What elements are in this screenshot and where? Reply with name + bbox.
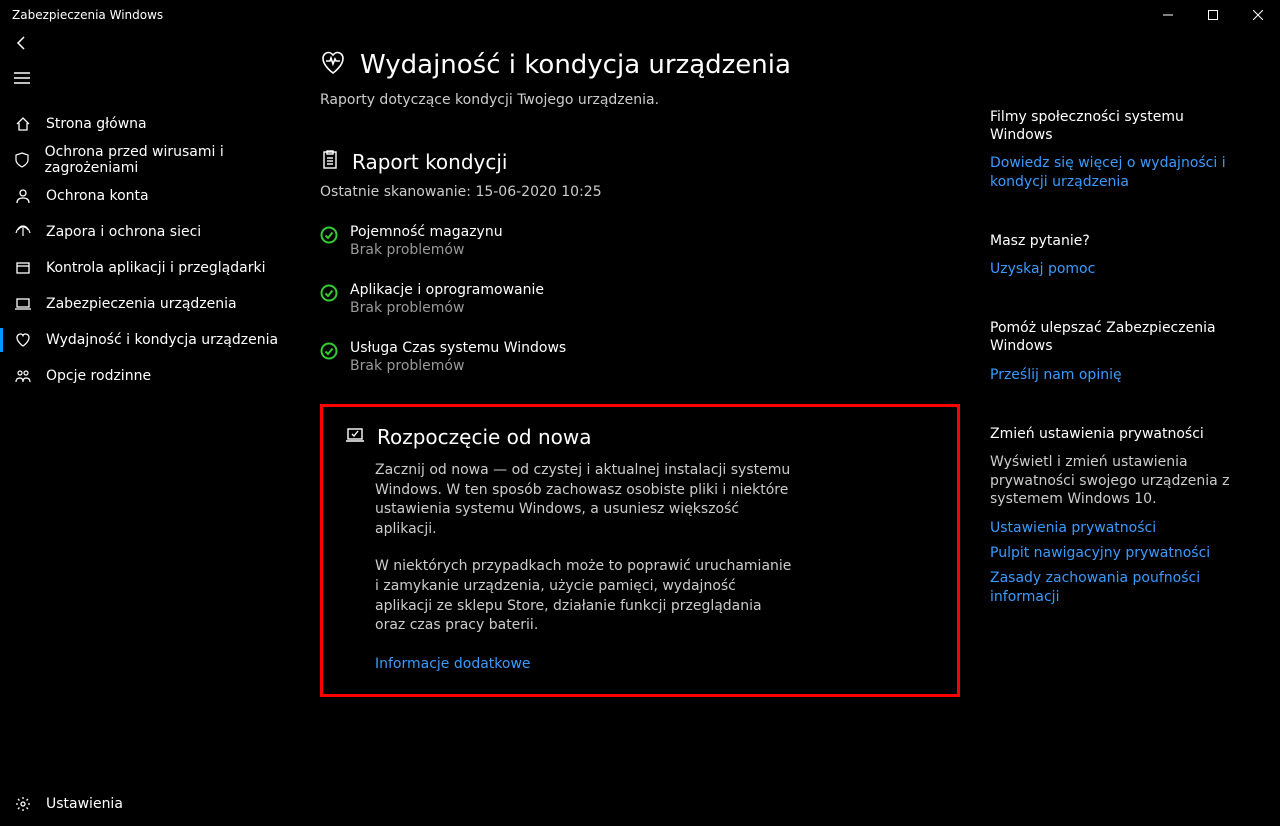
sidebar-item-label: Wydajność i kondycja urządzenia xyxy=(46,332,278,348)
heart-icon xyxy=(14,331,32,349)
rc-title: Masz pytanie? xyxy=(990,232,1230,250)
heart-icon xyxy=(320,50,346,80)
settings-label: Ustawienia xyxy=(46,796,123,812)
maximize-button[interactable] xyxy=(1190,0,1235,30)
network-icon xyxy=(14,223,32,241)
fresh-start-link[interactable]: Informacje dodatkowe xyxy=(375,656,531,672)
fresh-start-box: Rozpoczęcie od nowa Zacznij od nowa — od… xyxy=(320,404,960,697)
sidebar-item-firewall[interactable]: Zapora i ochrona sieci xyxy=(0,214,300,250)
device-icon xyxy=(14,295,32,313)
rc-link-community[interactable]: Dowiedz się więcej o wydajności i kondyc… xyxy=(990,154,1230,192)
main-content: Wydajność i kondycja urządzenia Raporty … xyxy=(320,100,990,826)
close-button[interactable] xyxy=(1235,0,1280,30)
app-title: Zabezpieczenia Windows xyxy=(12,8,163,22)
health-item-storage: Pojemność magazynu Brak problemów xyxy=(320,224,960,258)
sidebar: Strona główna Ochrona przed wirusami i z… xyxy=(0,100,300,826)
health-report-section: Raport kondycji Ostatnie skanowanie: 15-… xyxy=(320,150,960,374)
sidebar-item-label: Ochrona konta xyxy=(46,188,149,204)
titlebar: Zabezpieczenia Windows xyxy=(0,0,1280,30)
rc-link-help[interactable]: Uzyskaj pomoc xyxy=(990,260,1230,279)
health-item-apps: Aplikacje i oprogramowanie Brak problemó… xyxy=(320,282,960,316)
fresh-start-title: Rozpoczęcie od nowa xyxy=(377,425,592,449)
sidebar-item-virus[interactable]: Ochrona przed wirusami i zagrożeniami xyxy=(0,142,300,178)
page-subtitle: Raporty dotyczące kondycji Twojego urząd… xyxy=(320,92,960,108)
sidebar-item-label: Strona główna xyxy=(46,116,147,132)
rc-link-feedback[interactable]: Prześlij nam opinię xyxy=(990,366,1230,385)
rc-link-privacy-dashboard[interactable]: Pulpit nawigacyjny prywatności xyxy=(990,544,1230,563)
health-item-title: Usługa Czas systemu Windows xyxy=(350,340,566,356)
sidebar-item-label: Zapora i ochrona sieci xyxy=(46,224,201,240)
sidebar-item-label: Kontrola aplikacji i przeglądarki xyxy=(46,260,265,276)
page-title: Wydajność i kondycja urządzenia xyxy=(360,50,791,80)
fresh-start-p1: Zacznij od nowa — od czystej i aktualnej… xyxy=(375,461,795,539)
fresh-start-p2: W niektórych przypadkach może to poprawi… xyxy=(375,557,795,635)
health-item-status: Brak problemów xyxy=(350,358,566,374)
rc-link-privacy-policy[interactable]: Zasady zachowania poufności informacji xyxy=(990,569,1230,607)
sidebar-item-appcontrol[interactable]: Kontrola aplikacji i przeglądarki xyxy=(0,250,300,286)
health-item-title: Pojemność magazynu xyxy=(350,224,503,240)
home-icon xyxy=(14,115,32,133)
hamburger-button[interactable] xyxy=(14,72,30,88)
sidebar-item-label: Zabezpieczenia urządzenia xyxy=(46,296,237,312)
fresh-start-icon xyxy=(345,425,365,449)
sidebar-item-health[interactable]: Wydajność i kondycja urządzenia xyxy=(0,322,300,358)
sidebar-item-home[interactable]: Strona główna xyxy=(0,106,300,142)
rc-link-privacy-settings[interactable]: Ustawienia prywatności xyxy=(990,519,1230,538)
rc-title: Filmy społeczności systemu Windows xyxy=(990,108,1230,144)
health-item-time: Usługa Czas systemu Windows Brak problem… xyxy=(320,340,960,374)
rc-community: Filmy społeczności systemu Windows Dowie… xyxy=(990,108,1230,192)
shield-icon xyxy=(14,151,31,169)
health-item-status: Brak problemów xyxy=(350,300,544,316)
sidebar-item-family[interactable]: Opcje rodzinne xyxy=(0,358,300,394)
sidebar-item-settings[interactable]: Ustawienia xyxy=(0,782,300,826)
page-header: Wydajność i kondycja urządzenia xyxy=(320,50,960,80)
app-icon xyxy=(14,259,32,277)
report-title: Raport kondycji xyxy=(352,150,508,174)
minimize-button[interactable] xyxy=(1145,0,1190,30)
back-button[interactable] xyxy=(14,35,30,55)
rc-privacy: Zmień ustawienia prywatności Wyświetl i … xyxy=(990,425,1230,607)
sidebar-item-label: Opcje rodzinne xyxy=(46,368,151,384)
rc-title: Zmień ustawienia prywatności xyxy=(990,425,1230,443)
check-ok-icon xyxy=(320,226,338,244)
report-icon xyxy=(320,150,340,174)
family-icon xyxy=(14,367,32,385)
sidebar-item-label: Ochrona przed wirusami i zagrożeniami xyxy=(45,144,300,176)
person-icon xyxy=(14,187,32,205)
sidebar-item-account[interactable]: Ochrona konta xyxy=(0,178,300,214)
rc-question: Masz pytanie? Uzyskaj pomoc xyxy=(990,232,1230,279)
rc-improve: Pomóż ulepszać Zabezpieczenia Windows Pr… xyxy=(990,319,1230,384)
right-column: Filmy społeczności systemu Windows Dowie… xyxy=(990,100,1230,826)
check-ok-icon xyxy=(320,284,338,302)
gear-icon xyxy=(14,795,32,813)
sidebar-item-devicesec[interactable]: Zabezpieczenia urządzenia xyxy=(0,286,300,322)
check-ok-icon xyxy=(320,342,338,360)
report-lastscan: Ostatnie skanowanie: 15-06-2020 10:25 xyxy=(320,184,960,200)
rc-title: Pomóż ulepszać Zabezpieczenia Windows xyxy=(990,319,1230,355)
health-item-title: Aplikacje i oprogramowanie xyxy=(350,282,544,298)
health-item-status: Brak problemów xyxy=(350,242,503,258)
rc-text: Wyświetl i zmień ustawienia prywatności … xyxy=(990,453,1230,510)
window-controls xyxy=(1145,0,1280,30)
